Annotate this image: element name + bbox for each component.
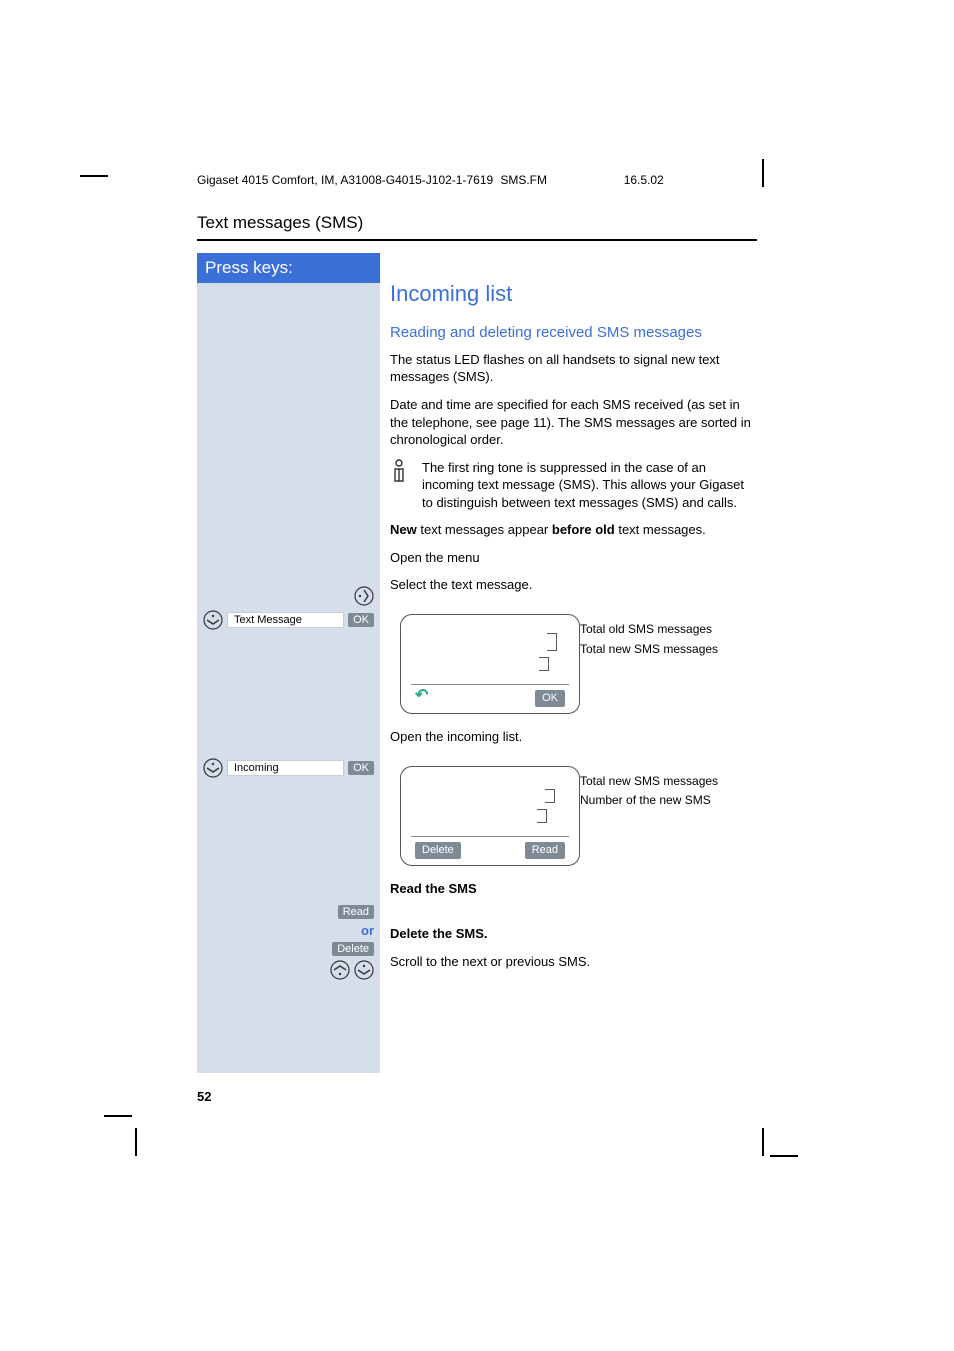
step-scroll: Scroll to the next or previous SMS. [390,953,757,971]
bold-new: New [390,522,417,537]
key-step-open-menu [203,586,374,606]
key-step-scroll [203,960,374,980]
callout-old-sms: Total old SMS messages [580,622,718,638]
header-right: 16.5.02 [624,173,724,187]
read-button[interactable]: Read [338,905,374,919]
ok-button[interactable]: OK [348,761,374,775]
delete-button[interactable]: Delete [332,942,374,956]
key-step-incoming: Incoming OK [203,758,374,778]
heading-incoming-list: Incoming list [390,279,757,309]
page-number: 52 [197,1089,211,1104]
subheading-reading-deleting: Reading and deleting received SMS messag… [390,323,757,343]
keys-header: Press keys: [197,253,380,283]
note-text: The first ring tone is suppressed in the… [422,459,757,512]
info-icon [390,459,412,512]
screen-ok-button[interactable]: OK [535,690,565,707]
screen-preview-incoming: Delete Read [400,766,580,866]
nav-right-icon [354,586,374,606]
key-step-read: Read [203,905,374,919]
content-column: Incoming list Reading and deleting recei… [380,253,757,1073]
nav-down-icon [354,960,374,980]
paragraph-led: The status LED flashes on all handsets t… [390,351,757,386]
callout-totals: Total old SMS messages Total new SMS mes… [580,604,718,657]
callout-incoming-new: Total new SMS messages [580,774,718,790]
screen-preview-totals: ↶ OK [400,614,580,714]
text-message-label: Text Message [227,612,344,628]
step-read-sms: Read the SMS [390,880,757,898]
callout-incoming-number: Number of the new SMS [580,793,718,809]
step-delete-sms: Delete the SMS. [390,925,757,943]
keys-column: Press keys: Text Message OK [197,253,380,1073]
bold-before-old: before old [552,522,615,537]
ok-button[interactable]: OK [348,613,374,627]
key-step-text-message: Text Message OK [203,610,374,630]
header-left: Gigaset 4015 Comfort, IM, A31008-G4015-J… [197,173,497,187]
header-mid: SMS.FM [500,173,620,187]
or-label: or [203,923,374,938]
nav-up-icon [330,960,350,980]
nav-down-icon [203,758,223,778]
paragraph-datetime: Date and time are specified for each SMS… [390,396,757,449]
step-select-text: Select the text message. [390,576,757,594]
key-step-delete: Delete [203,942,374,956]
screen-read-button[interactable]: Read [525,842,565,859]
nav-down-icon [203,610,223,630]
callout-new-sms: Total new SMS messages [580,642,718,658]
callout-incoming: Total new SMS messages Number of the new… [580,756,718,809]
doc-header: Gigaset 4015 Comfort, IM, A31008-G4015-J… [197,173,757,187]
note-ringtone: The first ring tone is suppressed in the… [390,459,757,512]
paragraph-new-before-old: New text messages appear before old text… [390,521,757,539]
section-title: Text messages (SMS) [197,213,757,241]
step-open-incoming: Open the incoming list. [390,728,757,746]
screen-delete-button[interactable]: Delete [415,842,461,859]
incoming-label: Incoming [227,760,344,776]
step-open-menu: Open the menu [390,549,757,567]
